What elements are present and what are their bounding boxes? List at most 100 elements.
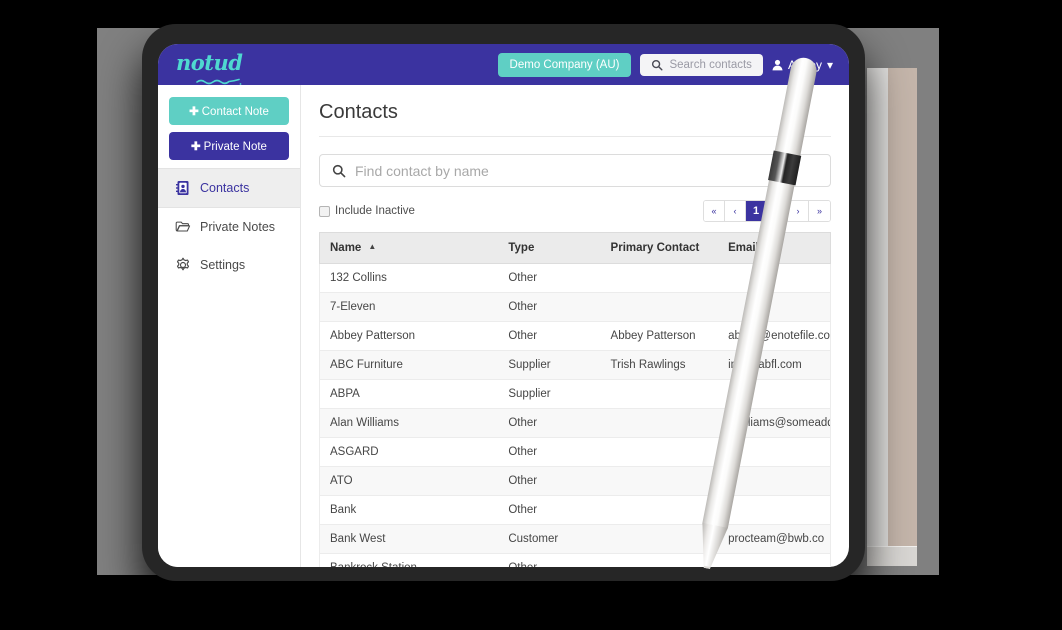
pagination-next[interactable]: › [788, 201, 809, 221]
new-private-note-button[interactable]: ✚ Private Note [169, 132, 289, 160]
folder-icon [175, 221, 191, 232]
pagination-last[interactable]: » [809, 201, 830, 221]
user-icon [772, 59, 783, 70]
cell-primary-contact [600, 292, 719, 322]
cell-primary-contact [600, 495, 719, 525]
cell-primary-contact [600, 553, 719, 567]
table-toolbar: Include Inactive « ‹ 1 2 › » [319, 200, 831, 222]
notud-logo[interactable]: notud [176, 50, 243, 85]
cell-primary-contact [600, 263, 719, 293]
sidebar-item-private-notes[interactable]: Private Notes [158, 208, 300, 246]
cell-type: Other [498, 437, 601, 467]
cell-name: Bank West [319, 524, 499, 554]
new-contact-note-button[interactable]: ✚ Contact Note [169, 97, 289, 125]
contacts-table: Name ▲ Type Primary Contact Email 132 Col… [319, 232, 832, 567]
sidebar-item-label: Private Notes [200, 220, 276, 234]
include-inactive-label: Include Inactive [335, 205, 415, 217]
column-header-primary-contact[interactable]: Primary Contact [600, 232, 719, 264]
cell-name: ABPA [319, 379, 499, 409]
address-book-icon [176, 181, 189, 195]
company-selector-button[interactable]: Demo Company (AU) [497, 52, 632, 77]
pagination-first[interactable]: « [704, 201, 725, 221]
table-row[interactable]: ASGARD Other [319, 437, 832, 467]
cell-email: info@abfl.com [718, 350, 832, 380]
cell-email [718, 292, 832, 322]
cell-type: Other [498, 292, 601, 322]
find-contact-input[interactable]: Find contact by name [319, 154, 831, 187]
header-right-group: Demo Company (AU) Search contacts Abbey … [497, 52, 837, 77]
cell-primary-contact [600, 437, 719, 467]
pagination-page-2[interactable]: 2 [767, 201, 788, 221]
column-header-name-label: Name [330, 242, 362, 254]
table-row[interactable]: Bankrock StationOther [319, 553, 832, 567]
sidebar: ✚ Contact Note ✚ Private Note Contacts P… [158, 85, 301, 567]
table-row[interactable]: ABPA Supplier [319, 379, 832, 409]
chevron-down-icon: ▾ [826, 57, 833, 72]
pagination-page-1[interactable]: 1 [746, 201, 767, 221]
tablet-screen: notud Demo Company (AU) Search contacts [158, 44, 849, 567]
sidebar-item-contacts[interactable]: Contacts [158, 168, 300, 208]
app-body: ✚ Contact Note ✚ Private Note Contacts P… [158, 85, 849, 567]
cell-type: Supplier [498, 379, 601, 409]
table-header-row: Name ▲ Type Primary Contact Email [319, 232, 832, 264]
cell-email [718, 437, 832, 467]
app-header: notud Demo Company (AU) Search contacts [158, 44, 849, 85]
pagination-prev[interactable]: ‹ [725, 201, 746, 221]
cell-name: 132 Collins [319, 263, 499, 293]
header-search-placeholder: Search contacts [669, 58, 752, 71]
cell-name: Bank [319, 495, 499, 525]
table-row[interactable]: Bank Other [319, 495, 832, 525]
column-header-name[interactable]: Name ▲ [319, 232, 499, 264]
cell-email: awilliams@someaddress.co [718, 408, 832, 438]
cell-name: 7-Eleven [319, 292, 499, 322]
cell-primary-contact [600, 466, 719, 496]
cell-email: procteam@bwb.co [718, 524, 832, 554]
table-row[interactable]: ATO Other [319, 466, 832, 496]
cell-email: abbey@enotefile.com [718, 321, 832, 351]
table-row[interactable]: 7-Eleven Other [319, 292, 832, 322]
contacts-table-head: Name ▲ Type Primary Contact Email [319, 232, 832, 264]
cell-type: Customer [498, 524, 601, 554]
page-title: Contacts [319, 101, 831, 137]
table-row[interactable]: Abbey Patterson Other Abbey Patterson abbey… [319, 321, 832, 351]
tablet-device-frame: notud Demo Company (AU) Search contacts [142, 24, 865, 581]
header-search-box[interactable]: Search contacts [640, 53, 763, 76]
cell-type: Other [498, 263, 601, 293]
table-row[interactable]: 132 Collins Other [319, 263, 832, 293]
cell-name: ATO [319, 466, 499, 496]
plus-icon: ✚ [189, 106, 199, 118]
table-row[interactable]: Bank West Customer procteam@bwb.co [319, 524, 832, 554]
sidebar-item-label: Contacts [200, 181, 250, 195]
cell-name: Alan Williams [319, 408, 499, 438]
logo-flourish-icon [196, 78, 242, 85]
cell-primary-contact: Abbey Patterson [600, 321, 719, 351]
user-name: Abbey [787, 57, 822, 72]
sidebar-nav: Contacts Private Notes Settings [158, 168, 300, 284]
cell-primary-contact [600, 408, 719, 438]
logo-text: notud [176, 50, 243, 75]
backdrop-tan-panel [888, 68, 917, 566]
cell-name: ABC Furniture [319, 350, 499, 380]
plus-icon: ✚ [191, 141, 201, 153]
pagination: « ‹ 1 2 › » [703, 200, 831, 222]
include-inactive-checkbox[interactable]: Include Inactive [319, 205, 415, 217]
cell-primary-contact [600, 524, 719, 554]
user-menu-button[interactable]: Abbey ▾ [772, 58, 837, 72]
cell-email [718, 379, 832, 409]
backdrop-ledge [867, 546, 917, 566]
table-row[interactable]: Alan WilliamsOther awilliams@someaddress.… [319, 408, 832, 438]
cell-email [718, 263, 832, 293]
find-contact-placeholder: Find contact by name [355, 162, 489, 179]
sidebar-item-settings[interactable]: Settings [158, 246, 300, 284]
contacts-table-body: 132 Collins Other 7-Eleven Other Abbey Patte… [319, 263, 832, 567]
sort-ascending-icon: ▲ [368, 242, 377, 251]
new-private-note-label: Private Note [203, 141, 267, 153]
column-header-type[interactable]: Type [498, 232, 601, 264]
main-content: Contacts Find contact by name Include In… [301, 85, 849, 567]
cell-email [718, 466, 832, 496]
cell-email [718, 553, 832, 567]
column-header-email[interactable]: Email [718, 232, 832, 264]
table-row[interactable]: ABC Furniture Supplier Trish Rawlings info@… [319, 350, 832, 380]
cell-type: Supplier [498, 350, 601, 380]
cell-type: Other [498, 408, 601, 438]
